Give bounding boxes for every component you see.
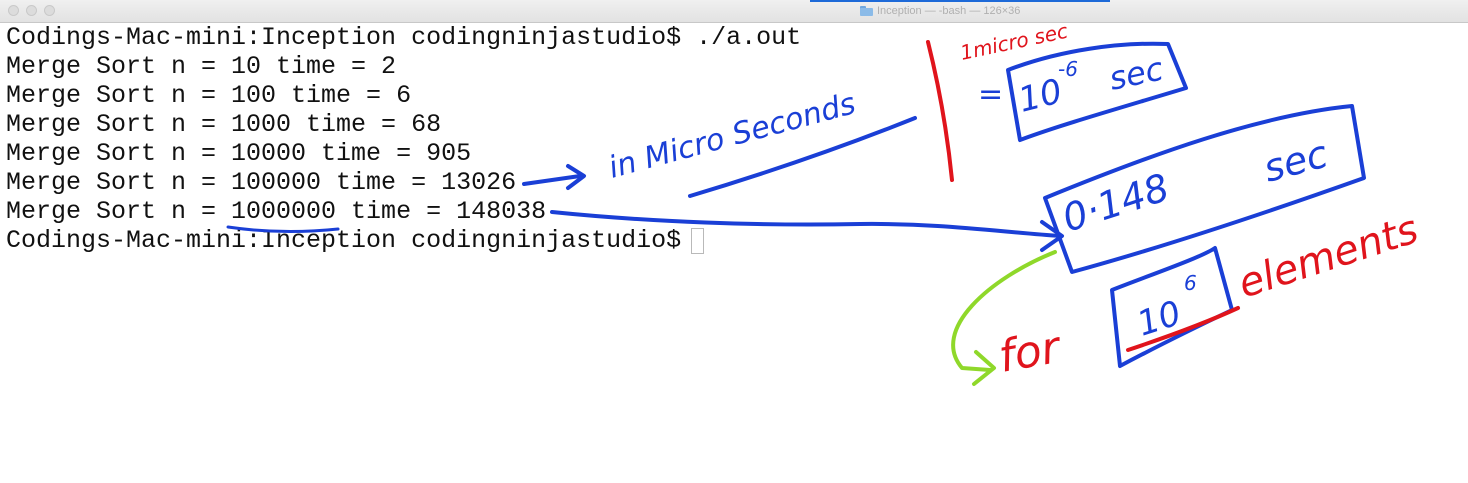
terminal-prompt-line[interactable]: Codings-Mac-mini:Inception codingninjast… xyxy=(6,226,801,255)
ten-base-label: 10 xyxy=(1015,71,1067,120)
minimize-button[interactable] xyxy=(26,5,37,16)
red-divider-line xyxy=(926,40,954,182)
sec-label-1: sec xyxy=(1106,49,1167,97)
terminal-line: Codings-Mac-mini:Inception codingninjast… xyxy=(6,23,802,52)
terminal-line: Merge Sort n = 1000000 time = 148038 xyxy=(6,197,547,226)
arrowhead-icon xyxy=(1040,220,1064,252)
box-ten-power-six xyxy=(1110,246,1234,368)
folder-icon xyxy=(860,6,873,16)
terminal-line: Merge Sort n = 10 time = 2 xyxy=(6,52,397,81)
terminal-prompt: Codings-Mac-mini:Inception codingninjast… xyxy=(6,226,682,255)
window-title-text: Inception — -bash — 126×36 xyxy=(877,5,1021,17)
terminal-output[interactable]: Codings-Mac-mini:Inception codingninjast… xyxy=(6,23,801,255)
text-cursor xyxy=(691,227,705,254)
window-title: Inception — -bash — 126×36 xyxy=(860,4,1020,18)
one-micro-sec-label: 1micro sec xyxy=(958,19,1070,65)
neg-six-exponent: -6 xyxy=(1058,57,1078,81)
sec-label-2: sec xyxy=(1259,132,1332,191)
terminal-line: Merge Sort n = 100000 time = 13026 xyxy=(6,168,517,197)
terminal-line: Merge Sort n = 10000 time = 905 xyxy=(6,139,472,168)
terminal-line: Merge Sort n = 100 time = 6 xyxy=(6,81,412,110)
box-micro-sec xyxy=(1006,41,1188,142)
title-bar: Inception — -bash — 126×36 xyxy=(0,0,1468,23)
equals-sign: = xyxy=(978,77,1003,112)
six-exponent: 6 xyxy=(1184,271,1197,295)
ten-power-six-underline xyxy=(1126,306,1240,352)
elements-label: elements xyxy=(1233,206,1424,307)
terminal-line: Merge Sort n = 1000 time = 68 xyxy=(6,110,442,139)
box-0148-sec xyxy=(1043,104,1366,274)
close-button[interactable] xyxy=(8,5,19,16)
for-label: for xyxy=(995,322,1066,383)
green-curved-arrow xyxy=(951,250,1057,372)
ten-base-label-2: 10 xyxy=(1132,293,1186,344)
arrowhead-icon xyxy=(972,350,996,386)
maximize-button[interactable] xyxy=(44,5,55,16)
title-accent-bar xyxy=(810,0,1110,2)
value-0148-label: 0·148 xyxy=(1057,165,1174,240)
